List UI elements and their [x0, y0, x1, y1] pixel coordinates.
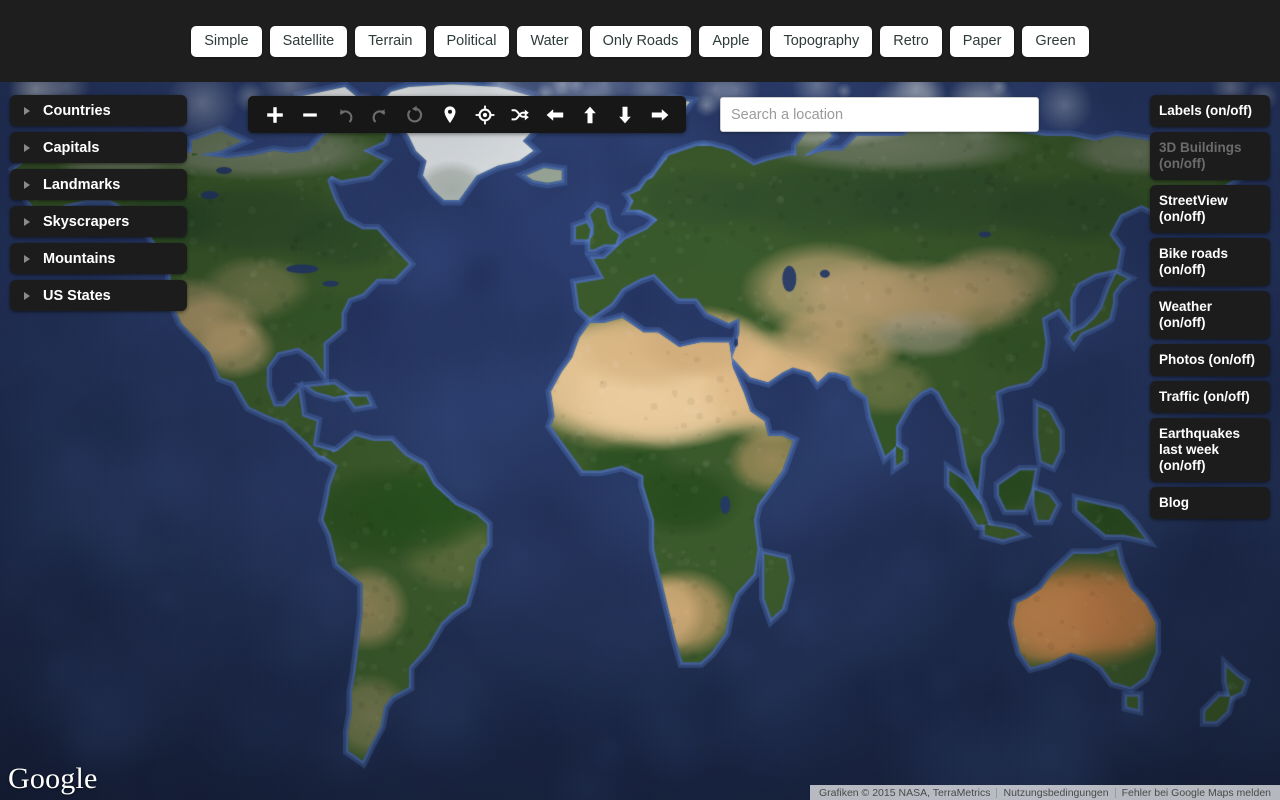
chevron-right-icon — [24, 144, 30, 152]
style-only-roads[interactable]: Only Roads — [590, 26, 692, 57]
sidebar-item-label: Mountains — [43, 251, 116, 267]
reset-icon[interactable] — [398, 99, 431, 130]
chevron-right-icon — [24, 181, 30, 189]
chevron-right-icon — [24, 255, 30, 263]
map-pin-icon[interactable] — [433, 99, 466, 130]
sidebar-item-skyscrapers[interactable]: Skyscrapers — [10, 206, 187, 237]
minus-icon[interactable] — [293, 99, 326, 130]
arrow-left-icon[interactable] — [538, 99, 571, 130]
left-sidebar: Countries Capitals Landmarks Skyscrapers Mou… — [10, 95, 187, 311]
sidebar-item-landmarks[interactable]: Landmarks — [10, 169, 187, 200]
style-terrain[interactable]: Terrain — [355, 26, 425, 57]
style-satellite[interactable]: Satellite — [270, 26, 348, 57]
toggle-labels[interactable]: Labels (on/off) — [1150, 95, 1270, 127]
style-apple[interactable]: Apple — [699, 26, 762, 57]
style-political[interactable]: Political — [434, 26, 510, 57]
chevron-right-icon — [24, 292, 30, 300]
toggle-traffic[interactable]: Traffic (on/off) — [1150, 381, 1270, 413]
map-viewport[interactable]: Google Grafiken © 2015 NASA, TerraMetric… — [0, 82, 1280, 800]
search-container — [720, 97, 1039, 132]
attribution-report-error-link[interactable]: Fehler bei Google Maps melden — [1116, 787, 1277, 799]
search-input[interactable] — [720, 97, 1039, 132]
map-application: Simple Satellite Terrain Political Water Only… — [0, 0, 1280, 800]
sidebar-item-label: Capitals — [43, 140, 99, 156]
chevron-right-icon — [24, 218, 30, 226]
sidebar-item-countries[interactable]: Countries — [10, 95, 187, 126]
crosshair-icon[interactable] — [468, 99, 501, 130]
sidebar-item-label: Countries — [43, 103, 111, 119]
shuffle-icon[interactable] — [503, 99, 536, 130]
style-simple[interactable]: Simple — [191, 26, 261, 57]
rotate-left-icon[interactable] — [328, 99, 361, 130]
plus-icon[interactable] — [258, 99, 291, 130]
sidebar-item-capitals[interactable]: Capitals — [10, 132, 187, 163]
arrow-right-icon[interactable] — [643, 99, 676, 130]
map-style-toolbar: Simple Satellite Terrain Political Water Only… — [0, 0, 1280, 82]
style-green[interactable]: Green — [1022, 26, 1088, 57]
arrow-up-icon[interactable] — [573, 99, 606, 130]
link-blog[interactable]: Blog — [1150, 487, 1270, 519]
style-retro[interactable]: Retro — [880, 26, 941, 57]
right-sidebar: Labels (on/off) 3D Buildings (on/off) Stre… — [1150, 95, 1270, 519]
toggle-streetview[interactable]: StreetView (on/off) — [1150, 185, 1270, 233]
sidebar-item-label: Skyscrapers — [43, 214, 129, 230]
map-attribution-bar: Grafiken © 2015 NASA, TerraMetrics Nutzu… — [810, 785, 1280, 800]
toggle-earthquakes[interactable]: Earthquakes last week (on/off) — [1150, 418, 1270, 482]
toggle-photos[interactable]: Photos (on/off) — [1150, 344, 1270, 376]
style-topography[interactable]: Topography — [770, 26, 872, 57]
rotate-right-icon[interactable] — [363, 99, 396, 130]
chevron-right-icon — [24, 107, 30, 115]
toggle-bike-roads[interactable]: Bike roads (on/off) — [1150, 238, 1270, 286]
map-satellite-imagery[interactable] — [0, 82, 1280, 800]
sidebar-item-us-states[interactable]: US States — [10, 280, 187, 311]
google-logo: Google — [8, 762, 98, 796]
arrow-down-icon[interactable] — [608, 99, 641, 130]
toggle-weather[interactable]: Weather (on/off) — [1150, 291, 1270, 339]
sidebar-item-label: Landmarks — [43, 177, 120, 193]
map-controls-toolbar — [248, 96, 686, 133]
style-water[interactable]: Water — [517, 26, 581, 57]
toggle-3d-buildings: 3D Buildings (on/off) — [1150, 132, 1270, 180]
sidebar-item-label: US States — [43, 288, 111, 304]
sidebar-item-mountains[interactable]: Mountains — [10, 243, 187, 274]
attribution-imagery: Grafiken © 2015 NASA, TerraMetrics — [813, 787, 997, 799]
attribution-terms-link[interactable]: Nutzungsbedingungen — [997, 787, 1114, 799]
style-paper[interactable]: Paper — [950, 26, 1015, 57]
